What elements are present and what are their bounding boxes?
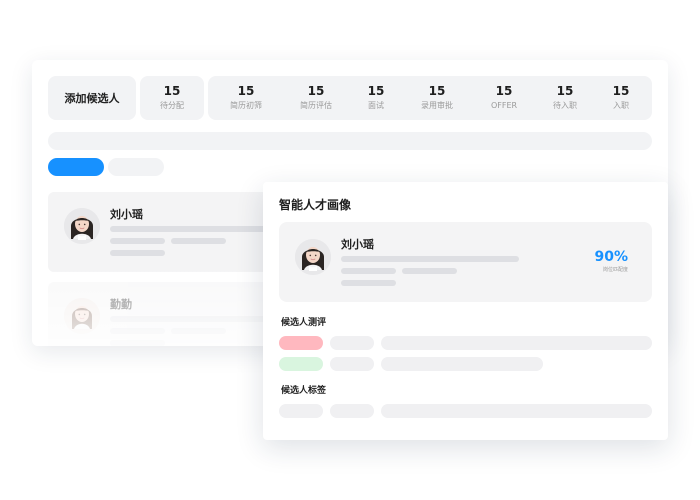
candidate-name: 勤勤	[110, 298, 132, 311]
candidate-info-bar	[110, 316, 270, 322]
profile-panel-title: 智能人才画像	[279, 198, 352, 212]
assessment-chip-green	[279, 357, 323, 371]
candidate-info-bar	[110, 250, 165, 256]
stage-label: 待入职	[553, 101, 577, 110]
female-avatar-icon	[64, 298, 100, 334]
match-score-label: 岗位匹配度	[602, 267, 628, 273]
stage-item-pending-onboarding[interactable]: 15 待入职	[553, 76, 577, 120]
assessment-chip	[330, 336, 374, 350]
profile-info-bar	[341, 280, 396, 286]
female-avatar-icon	[295, 239, 331, 275]
stage-label: OFFER	[490, 101, 518, 110]
candidate-tag	[330, 404, 374, 418]
filter-pill-active[interactable]	[48, 158, 104, 176]
candidate-info-bar	[110, 226, 270, 232]
tags-section-title: 候选人标签	[281, 386, 327, 396]
profile-candidate-name: 刘小瑶	[341, 238, 374, 251]
search-input-placeholder[interactable]	[48, 132, 652, 150]
stage-label: 面试	[367, 101, 384, 110]
stage-count: 15	[612, 84, 630, 98]
stage-count: 15	[495, 84, 513, 98]
add-candidate-button[interactable]: 添加候选人	[48, 76, 136, 120]
stage-count: 15	[307, 84, 325, 98]
profile-info-bar	[341, 268, 396, 274]
pipeline-stage-group: 15 简历初筛 15 简历评估 15 面试 15 录用审批 15 OFFER 1…	[208, 76, 652, 120]
stage-label: 简历评估	[300, 101, 332, 110]
assessment-chip-wide	[381, 336, 652, 350]
female-avatar-icon	[64, 208, 100, 244]
talent-profile-panel: 智能人才画像 刘小瑶 90% 岗位匹配度 候选人测评 候选人标签	[263, 182, 668, 440]
candidate-tag-wide	[381, 404, 652, 418]
assessment-chip-wide	[381, 357, 543, 371]
assessment-chip	[330, 357, 374, 371]
stage-item-resume-screening[interactable]: 15 简历初筛	[230, 76, 262, 120]
candidate-name: 刘小瑶	[110, 208, 143, 221]
assessment-chip-red	[279, 336, 323, 350]
filter-pill-inactive[interactable]	[108, 158, 164, 176]
stage-count: 15	[428, 84, 446, 98]
stage-pending-assignment[interactable]: 15 待分配	[140, 76, 204, 120]
candidate-info-bar	[110, 340, 165, 346]
stage-item-resume-evaluation[interactable]: 15 简历评估	[300, 76, 332, 120]
app-stage: 添加候选人 15 待分配 15 简历初筛 15 简历评估 15 面试 15 录用	[0, 0, 700, 500]
stage-item-hire-approval[interactable]: 15 录用审批	[421, 76, 453, 120]
stage-item-offer[interactable]: 15 OFFER	[491, 76, 517, 120]
profile-info-bar	[402, 268, 457, 274]
candidate-info-bar	[110, 328, 165, 334]
stage-label: 待分配	[160, 101, 184, 110]
candidate-info-bar	[171, 238, 226, 244]
stage-label: 简历初筛	[230, 101, 262, 110]
stage-count: 15	[237, 84, 255, 98]
stage-item-onboarded[interactable]: 15 入职	[613, 76, 630, 120]
candidate-info-bar	[171, 328, 226, 334]
profile-info-bar	[341, 256, 519, 262]
candidate-profile-card[interactable]: 刘小瑶 90% 岗位匹配度	[279, 222, 652, 302]
stage-label: 录用审批	[421, 101, 453, 110]
candidate-tag	[279, 404, 323, 418]
stage-item-pending-assignment[interactable]: 15 待分配	[160, 76, 184, 120]
match-score: 90%	[594, 249, 628, 265]
stage-count: 15	[556, 84, 574, 98]
stage-item-interview[interactable]: 15 面试	[368, 76, 385, 120]
stage-label: 入职	[612, 101, 629, 110]
stage-count: 15	[367, 84, 385, 98]
assessment-section-title: 候选人测评	[281, 318, 327, 328]
candidate-info-bar	[110, 238, 165, 244]
stage-count: 15	[163, 84, 181, 98]
